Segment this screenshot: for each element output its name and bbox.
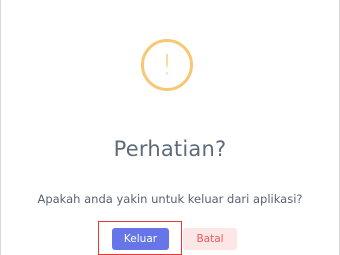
confirm-dialog: ! Perhatian? Apakah anda yakin untuk kel… bbox=[0, 0, 340, 255]
dialog-left-border bbox=[0, 0, 1, 255]
dialog-actions: Keluar Batal bbox=[0, 221, 340, 255]
logout-confirm-button[interactable]: Keluar bbox=[112, 228, 169, 250]
exclamation-icon: ! bbox=[141, 39, 193, 91]
dialog-title: Perhatian? bbox=[113, 137, 227, 161]
exclamation-glyph: ! bbox=[161, 48, 173, 81]
cancel-button[interactable]: Batal bbox=[183, 228, 237, 250]
dialog-message: Apakah anda yakin untuk keluar dari apli… bbox=[37, 192, 303, 206]
